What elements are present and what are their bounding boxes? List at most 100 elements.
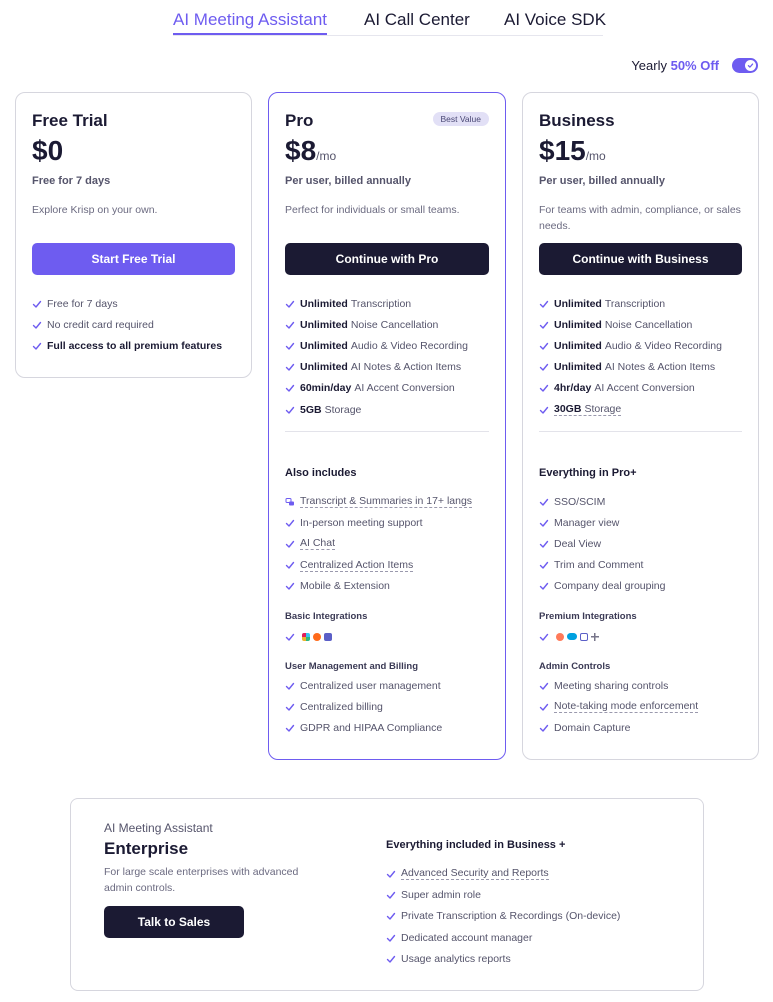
check-icon (285, 682, 295, 690)
tab-ai-call-center[interactable]: AI Call Center (364, 10, 470, 30)
check-icon (539, 540, 549, 548)
check-icon (285, 583, 295, 591)
check-icon (32, 342, 42, 350)
enterprise-feature-list: Advanced Security and Reports Super admi… (386, 863, 620, 969)
check-icon (539, 561, 549, 569)
check-icon (32, 321, 42, 329)
check-icon (285, 724, 295, 732)
integrations-list (539, 626, 599, 647)
check-icon (539, 682, 549, 690)
integrations-row (285, 626, 332, 647)
check-icon (285, 321, 295, 329)
plan-price: $15/mo (539, 135, 606, 166)
continue-with-pro-button[interactable]: Continue with Pro (285, 243, 489, 275)
feature-item: 4hr/day AI Accent Conversion (539, 378, 722, 399)
feature-item: 60min/day AI Accent Conversion (285, 378, 468, 399)
user-management-heading: User Management and Billing (285, 661, 419, 672)
feature-item: Full access to all premium features (32, 335, 222, 356)
hubspot-icon (556, 632, 564, 641)
plan-title: Pro (285, 111, 314, 130)
feature-item: Unlimited Noise Cancellation (285, 314, 468, 335)
salesforce-icon (567, 633, 577, 641)
check-icon (285, 519, 295, 527)
feature-item: Unlimited Audio & Video Recording (539, 335, 722, 356)
check-icon (285, 385, 295, 393)
enterprise-card: AI Meeting Assistant Enterprise For larg… (70, 798, 704, 991)
check-icon (539, 583, 549, 591)
integrations-row (539, 626, 599, 647)
plan-description: For teams with admin, compliance, or sal… (539, 204, 741, 232)
plan-price: $0 (32, 135, 64, 166)
feature-item: Centralized user management (285, 675, 442, 696)
feature-item: Unlimited Noise Cancellation (539, 314, 722, 335)
toggle-knob (745, 60, 756, 71)
plan-feature-list: Unlimited Transcription Unlimited Noise Ca… (539, 293, 722, 420)
plan-card-business: Business $15/mo Per user, billed annuall… (522, 92, 759, 760)
check-icon (539, 703, 549, 711)
admin-controls-heading: Admin Controls (539, 661, 611, 672)
check-icon (386, 934, 396, 942)
check-icon (747, 63, 754, 68)
feature-item: In-person meeting support (285, 512, 472, 533)
feature-item: Unlimited Transcription (285, 293, 468, 314)
check-icon (539, 385, 549, 393)
plus-icon (591, 632, 599, 641)
check-icon (386, 870, 396, 878)
feature-item: SSO/SCIM (539, 491, 666, 512)
yearly-toggle-switch[interactable] (732, 58, 758, 73)
divider (285, 431, 489, 432)
teams-icon (324, 632, 332, 641)
product-tabs: AI Meeting Assistant AI Call Center AI V… (173, 0, 606, 36)
feature-item[interactable]: Centralized Action Items (285, 555, 472, 576)
slack-icon (302, 632, 310, 641)
continue-with-business-button[interactable]: Continue with Business (539, 243, 742, 275)
check-icon (285, 633, 295, 641)
plan-title: Business (539, 111, 615, 130)
feature-item: Unlimited AI Notes & Action Items (285, 357, 468, 378)
zapier-icon (313, 632, 321, 641)
plan-billing-note: Per user, billed annually (285, 175, 411, 187)
feature-item[interactable]: Advanced Security and Reports (386, 863, 620, 884)
check-icon (285, 540, 295, 548)
feature-item: Usage analytics reports (386, 948, 620, 969)
plan-feature-list: Free for 7 days No credit card required … (32, 293, 222, 357)
check-icon (386, 955, 396, 963)
tab-ai-meeting-assistant[interactable]: AI Meeting Assistant (173, 10, 327, 30)
feature-item: Unlimited Audio & Video Recording (285, 335, 468, 356)
also-includes-list: SSO/SCIM Manager view Deal View Trim and… (539, 491, 666, 597)
apps-icon (580, 632, 588, 641)
feature-item: No credit card required (32, 314, 222, 335)
feature-item: Company deal grouping (539, 576, 666, 597)
plan-description: Perfect for individuals or small teams. (285, 204, 460, 216)
feature-item[interactable]: Transcript & Summaries in 17+ langs (285, 491, 473, 512)
billing-yearly-label: Yearly (631, 58, 667, 73)
languages-icon (285, 497, 294, 506)
check-icon (539, 724, 549, 732)
plan-billing-note: Per user, billed annually (539, 175, 665, 187)
tab-ai-voice-sdk[interactable]: AI Voice SDK (504, 10, 606, 30)
feature-item[interactable]: Note-taking mode enforcement (539, 696, 699, 717)
start-free-trial-button[interactable]: Start Free Trial (32, 243, 235, 275)
check-icon (285, 406, 295, 414)
plan-description: Explore Krisp on your own. (32, 204, 158, 216)
enterprise-description: For large scale enterprises with advance… (104, 866, 299, 894)
plan-card-free-trial: Free Trial $0 Free for 7 days Explore Kr… (15, 92, 252, 378)
feature-item: Free for 7 days (32, 293, 222, 314)
talk-to-sales-button[interactable]: Talk to Sales (104, 906, 244, 938)
check-icon (539, 519, 549, 527)
check-icon (539, 363, 549, 371)
check-icon (539, 406, 549, 414)
everything-in-pro-heading: Everything in Pro+ (539, 467, 637, 479)
feature-item[interactable]: AI Chat (285, 533, 472, 554)
premium-integrations-heading: Premium Integrations (539, 611, 637, 622)
enterprise-title: Enterprise (104, 839, 189, 858)
check-icon (539, 321, 549, 329)
feature-item: Dedicated account manager (386, 927, 620, 948)
feature-item: Manager view (539, 512, 666, 533)
admin-list: Meeting sharing controls Note-taking mod… (539, 675, 699, 739)
check-icon (539, 300, 549, 308)
active-tab-indicator (173, 33, 327, 35)
feature-item[interactable]: 30GB Storage (539, 399, 722, 420)
feature-item: Centralized billing (285, 696, 442, 717)
plan-title: Free Trial (32, 111, 108, 130)
